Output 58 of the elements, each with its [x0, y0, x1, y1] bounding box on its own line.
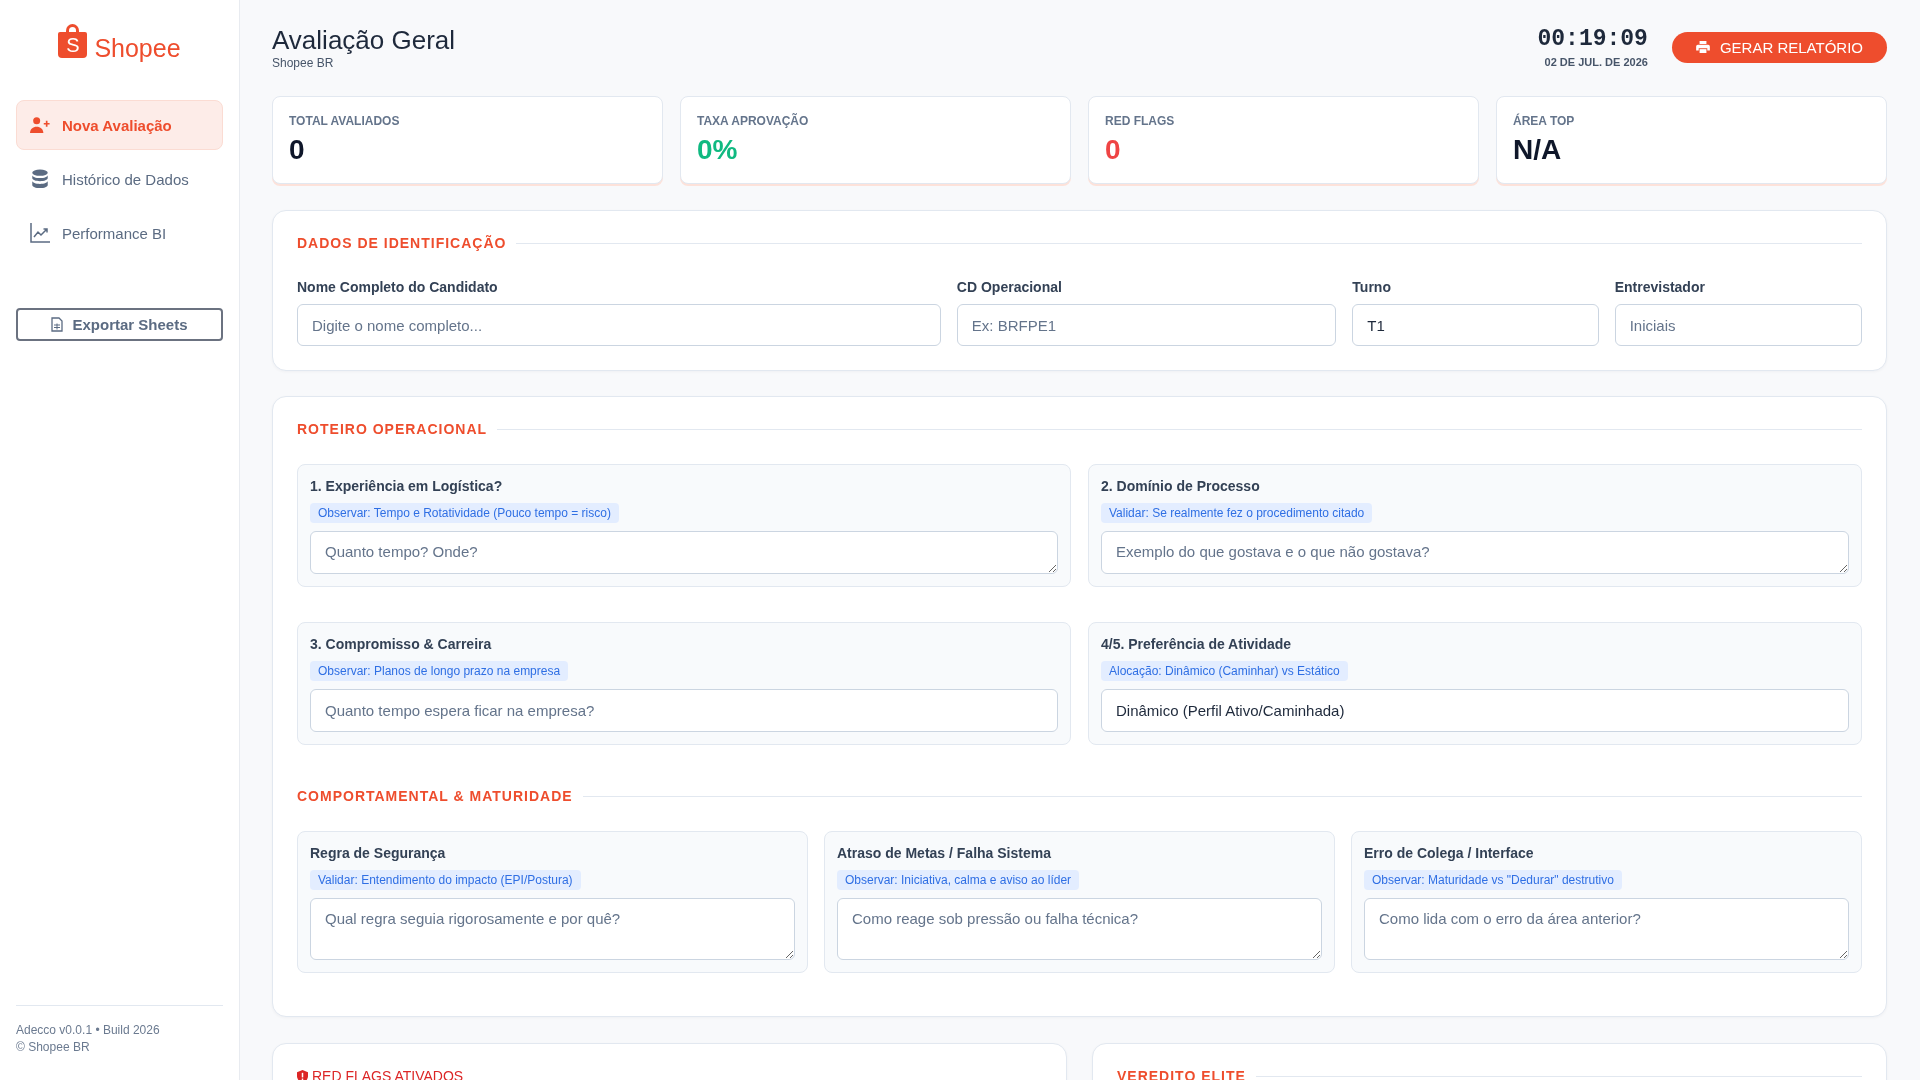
clock-time: 00:19:09: [1537, 25, 1648, 53]
answer-textarea[interactable]: Quanto tempo? Onde?: [310, 531, 1058, 574]
version-text: Adecco v0.0.1 • Build 2026: [16, 1022, 161, 1039]
database-icon: [30, 169, 50, 189]
user-plus-icon: [30, 115, 50, 135]
stat-value: 0: [289, 134, 306, 166]
bag-logo: S: [58, 24, 88, 58]
section-title: COMPORTAMENTAL & MATURIDADE: [297, 787, 573, 805]
field-label: Nome Completo do Candidato: [297, 278, 499, 296]
section-title: ROTEIRO OPERACIONAL: [297, 420, 488, 438]
stat-label: TOTAL AVALIADOS: [289, 114, 401, 128]
answer-input[interactable]: Quanto tempo espera ficar na empresa?: [310, 689, 1058, 732]
logo-text: Shopee: [94, 34, 181, 62]
line-chart-icon: [30, 223, 50, 243]
clock-date: 02 DE JUL. DE 2026: [1543, 55, 1648, 69]
input-field[interactable]: Iniciais: [1614, 304, 1862, 346]
printer-icon: [1695, 41, 1710, 53]
stat-value: N/A: [1513, 134, 1563, 166]
report-button[interactable]: GERAR RELATÓRIO: [1671, 31, 1887, 63]
nav-item[interactable]: Nova Avaliação: [16, 100, 223, 150]
hint-badge: Observar: Iniciativa, calma e aviso ao líder: [837, 870, 1080, 890]
hint-badge: Validar: Se realmente fez o procedimento citado: [1101, 503, 1373, 523]
input-field[interactable]: Digite o nome completo...: [297, 304, 941, 346]
stat-label: RED FLAGS: [1105, 114, 1176, 128]
spreadsheet-icon: [51, 317, 64, 332]
hint-badge: Observar: Tempo e Rotatividade (Pouco tempo = risco): [310, 503, 619, 523]
stat-label: TAXA APROVAÇÃO: [697, 114, 810, 128]
input-field[interactable]: Ex: BRFPE1: [956, 304, 1337, 346]
stat-value: 0%: [697, 134, 739, 166]
page-subtitle: Shopee BR: [272, 56, 335, 70]
field-label: Turno: [1352, 278, 1392, 296]
answer-textarea[interactable]: Como reage sob pressão ou falha técnica?: [837, 898, 1322, 960]
question-title: 3. Compromisso & Carreira: [310, 635, 493, 653]
hint-badge: Validar: Entendimento do impacto (EPI/Postura): [310, 870, 581, 890]
select-field[interactable]: Dinâmico (Perfil Ativo/Caminhada): [1101, 689, 1849, 732]
nav-item[interactable]: Performance BI: [16, 208, 223, 258]
copyright-text: © Shopee BR: [16, 1039, 91, 1056]
export-button[interactable]: Exportar Sheets: [16, 308, 223, 341]
answer-textarea[interactable]: Qual regra seguia rigorosamente e por quê?: [310, 898, 795, 960]
answer-textarea[interactable]: Como lida com o erro da área anterior?: [1364, 898, 1849, 960]
answer-textarea[interactable]: Exemplo do que gostava e o que não gostava?: [1101, 531, 1849, 574]
hint-badge: Observar: Planos de longo prazo na empresa: [310, 661, 569, 681]
section-title: DADOS DE IDENTIFICAÇÃO: [297, 234, 507, 252]
stat-value: 0: [1105, 134, 1122, 166]
stat-label: ÁREA TOP: [1513, 114, 1576, 128]
field-label: CD Operacional: [956, 278, 1063, 296]
question-title: Erro de Colega / Interface: [1364, 844, 1535, 862]
input-field[interactable]: T1: [1352, 304, 1599, 346]
nav-item[interactable]: Histórico de Dados: [16, 154, 223, 204]
page-title: Avaliação Geral: [272, 24, 456, 56]
hint-badge: Alocação: Dinâmico (Caminhar) vs Estático: [1101, 661, 1348, 681]
question-title: 2. Domínio de Processo: [1101, 477, 1261, 495]
field-label: Entrevistador: [1614, 278, 1706, 296]
hint-badge: Observar: Maturidade vs "Dedurar" destrutivo: [1364, 870, 1622, 890]
question-title: 4/5. Preferência de Atividade: [1101, 635, 1293, 653]
question-title: Atraso de Metas / Falha Sistema: [837, 844, 1052, 862]
question-title: Regra de Segurança: [310, 844, 447, 862]
question-title: 1. Experiência em Logística?: [310, 477, 504, 495]
